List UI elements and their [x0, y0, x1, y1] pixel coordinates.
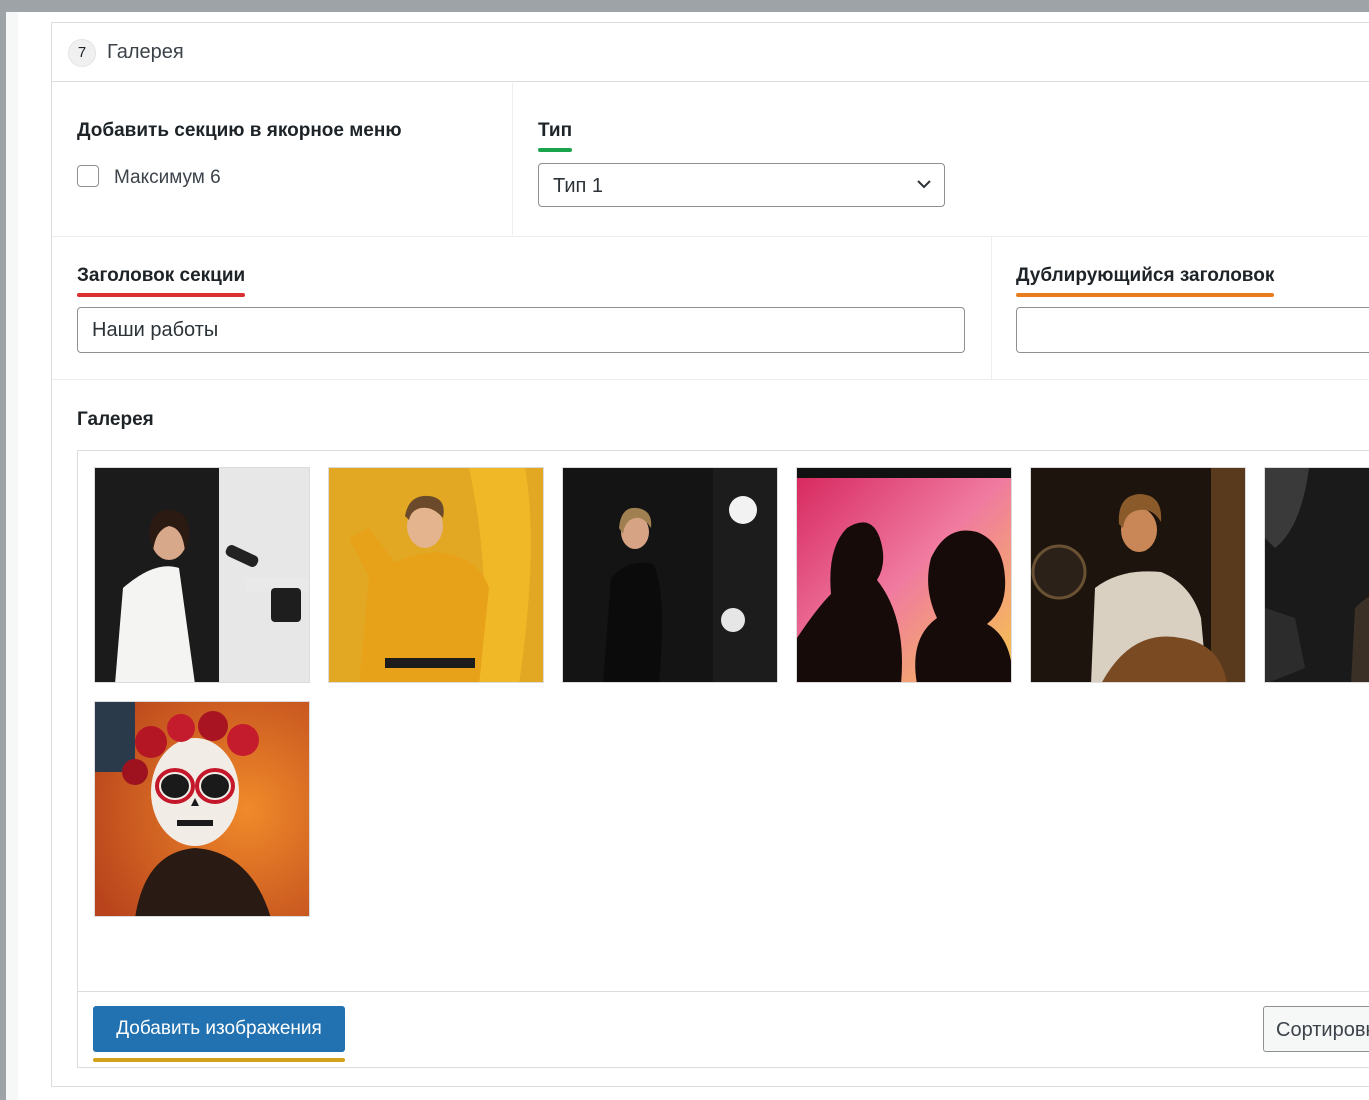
gallery-layout-panel: 7 Галерея Добавить секцию в якорное меню…: [51, 22, 1369, 1087]
gallery-field: Галерея: [77, 409, 154, 435]
dup-title-input[interactable]: [1016, 307, 1369, 353]
gallery-toolbar-divider: [78, 991, 1369, 992]
type-label: Тип: [538, 120, 573, 141]
row1-bottom-divider: [52, 236, 1369, 237]
layout-order-badge: 7: [68, 39, 96, 67]
gallery-image-7[interactable]: [94, 701, 310, 917]
type-underline: [538, 148, 573, 152]
anchor-label: Добавить секцию в якорное меню: [77, 120, 402, 141]
anchor-checkbox[interactable]: [77, 165, 99, 187]
editor-area: 7 Галерея Добавить секцию в якорное меню…: [18, 12, 1369, 1100]
row2-bottom-divider: [52, 379, 1369, 380]
sort-button-label: Сортировка: [1276, 1019, 1369, 1041]
row2-divider: [991, 237, 992, 379]
type-select[interactable]: Тип 1: [538, 163, 945, 207]
section-title-label: Заголовок секции: [77, 265, 246, 286]
gallery-image-5[interactable]: [1030, 467, 1246, 683]
gallery-image-2[interactable]: [328, 467, 544, 683]
section-title-underline: [77, 293, 246, 297]
gallery-image-4[interactable]: [796, 467, 1012, 683]
panel-header[interactable]: 7 Галерея: [52, 23, 1369, 82]
section-title-field: Заголовок секции: [77, 265, 246, 297]
gallery-image-1[interactable]: [94, 467, 310, 683]
section-title-value: Наши работы: [92, 319, 219, 341]
add-images-underline: [93, 1058, 345, 1062]
dup-title-field: Дублирующийся заголовок: [1016, 265, 1275, 297]
top-border: [0, 0, 1369, 12]
gallery-container: [77, 450, 1369, 1068]
type-select-value: Тип 1: [553, 175, 604, 197]
dup-title-underline: [1016, 293, 1275, 297]
gallery-label: Галерея: [77, 409, 154, 430]
section-title-input[interactable]: Наши работы: [77, 307, 965, 353]
row1-divider: [512, 83, 513, 235]
panel-title: Галерея: [107, 41, 184, 63]
add-images-button[interactable]: Добавить изображения: [93, 1006, 345, 1052]
sort-button[interactable]: Сортировка: [1263, 1006, 1369, 1052]
anchor-checkbox-label[interactable]: Максимум 6: [114, 167, 221, 189]
dup-title-label: Дублирующийся заголовок: [1016, 265, 1275, 286]
anchor-field: Добавить секцию в якорное меню: [77, 120, 402, 146]
chevron-down-icon: [917, 180, 931, 189]
gallery-image-6[interactable]: [1264, 467, 1369, 683]
gallery-image-3[interactable]: [562, 467, 778, 683]
type-field: Тип: [538, 120, 573, 152]
